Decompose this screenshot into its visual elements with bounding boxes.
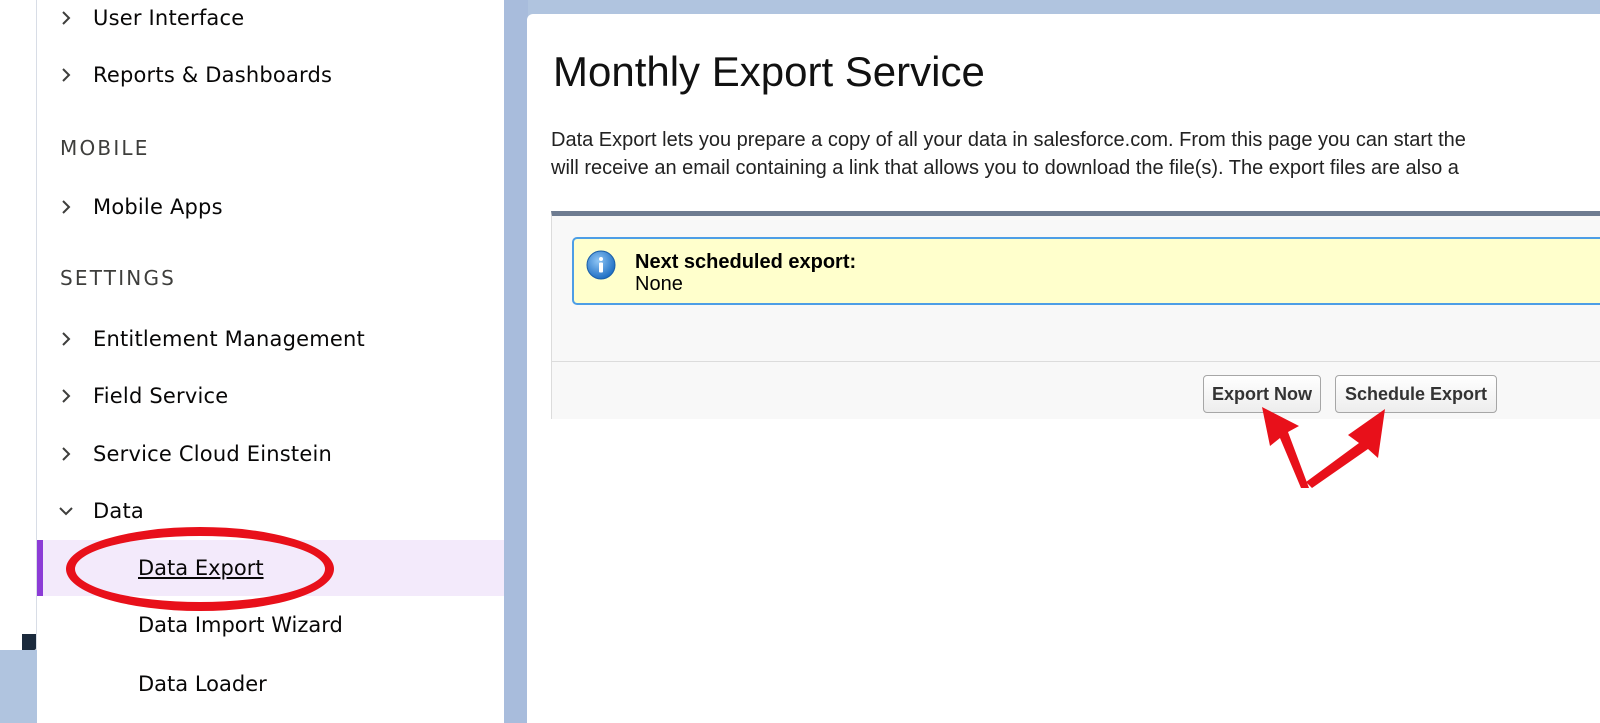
chevron-right-icon [62, 447, 71, 461]
sidebar-item-label: Field Service [93, 384, 229, 408]
sidebar-item-label: User Interface [93, 6, 245, 30]
left-strip [0, 0, 37, 650]
chevron-right-icon [62, 389, 71, 403]
sidebar-item-field-service[interactable]: Field Service [37, 374, 504, 418]
schedule-export-button[interactable]: Schedule Export [1335, 375, 1497, 413]
chevron-right-icon [62, 11, 71, 25]
sidebar-item-reports-dashboards[interactable]: Reports & Dashboards [37, 53, 504, 97]
sidebar-item-service-cloud-einstein[interactable]: Service Cloud Einstein [37, 432, 504, 476]
section-heading-mobile: MOBILE [60, 136, 150, 160]
button-row: Export Now Schedule Export [552, 361, 1600, 425]
sidebar-item-label: Entitlement Management [93, 327, 365, 351]
sidebar-subitem-data-loader[interactable]: Data Loader [37, 656, 504, 712]
sidebar-item-user-interface[interactable]: User Interface [37, 0, 504, 40]
page-description: Data Export lets you prepare a copy of a… [551, 126, 1600, 182]
sidebar-subitem-label: Data Export [138, 556, 264, 580]
description-line: will receive an email containing a link … [551, 157, 1459, 179]
sidebar-subitem-label: Data Loader [138, 672, 267, 696]
chevron-right-icon [62, 68, 71, 82]
sidebar-subitem-data-export[interactable]: Data Export [37, 540, 504, 596]
chevron-right-icon [62, 200, 71, 214]
window-corner [22, 634, 36, 650]
sidebar-item-label: Reports & Dashboards [93, 63, 333, 87]
chevron-down-icon [59, 507, 73, 516]
sidebar-item-data[interactable]: Data [37, 489, 504, 533]
background-divider [504, 0, 528, 723]
export-now-button[interactable]: Export Now [1203, 375, 1321, 413]
sidebar-subitem-data-import-wizard[interactable]: Data Import Wizard [37, 597, 504, 653]
sidebar-subitem-label: Data Import Wizard [138, 613, 343, 637]
sidebar-item-label: Data [93, 499, 144, 523]
info-message: Next scheduled export: None [572, 237, 1600, 305]
info-value: None [635, 273, 683, 295]
sidebar-item-entitlement-management[interactable]: Entitlement Management [37, 317, 504, 361]
setup-sidebar: User Interface Reports & Dashboards MOBI… [37, 0, 504, 723]
description-line: Data Export lets you prepare a copy of a… [551, 129, 1466, 151]
chevron-right-icon [62, 332, 71, 346]
section-heading-settings: SETTINGS [60, 266, 177, 290]
info-icon [586, 250, 616, 280]
sidebar-item-mobile-apps[interactable]: Mobile Apps [37, 185, 504, 229]
main-content: Monthly Export Service Data Export lets … [527, 14, 1600, 723]
page-title: Monthly Export Service [553, 48, 985, 95]
sidebar-item-label: Mobile Apps [93, 195, 223, 219]
sidebar-item-label: Service Cloud Einstein [93, 442, 332, 466]
export-panel: Next scheduled export: None Export Now S… [551, 211, 1600, 419]
info-title: Next scheduled export: [635, 251, 857, 273]
